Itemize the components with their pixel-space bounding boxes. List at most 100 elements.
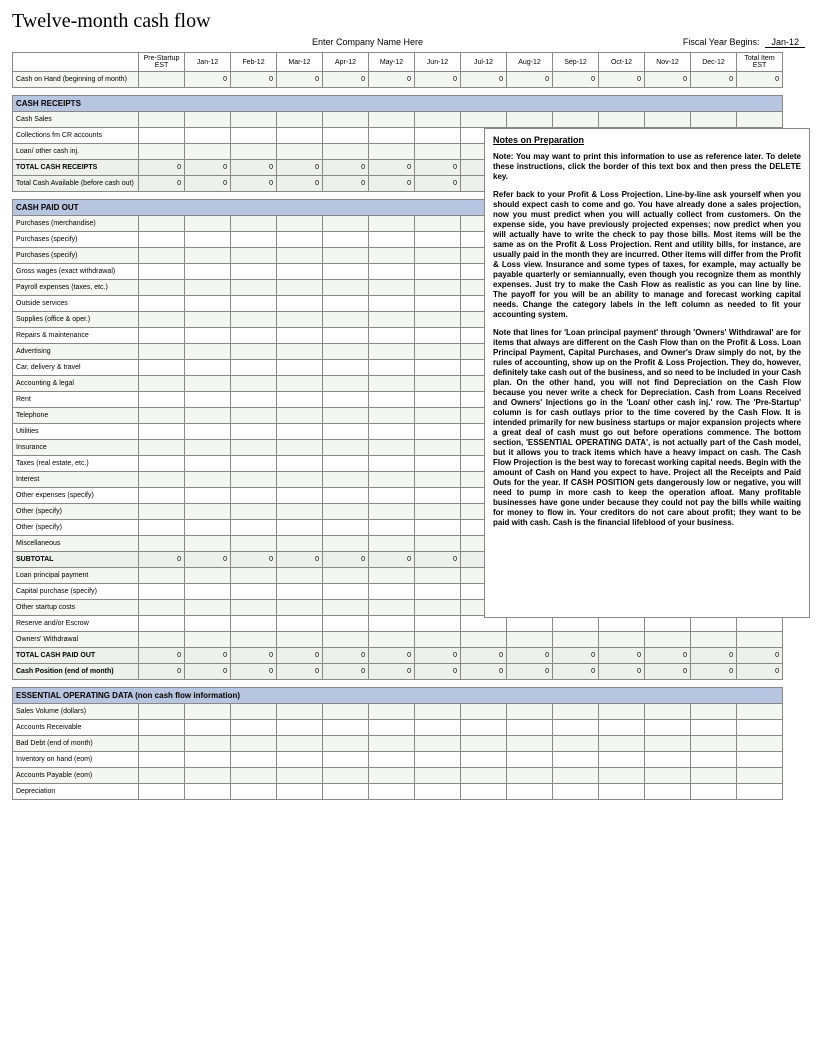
cell[interactable] [185,784,231,800]
cell[interactable] [415,520,461,536]
cell[interactable] [369,536,415,552]
cell[interactable]: 0 [461,72,507,88]
cell[interactable] [277,360,323,376]
cell[interactable] [691,704,737,720]
cell[interactable] [231,456,277,472]
cell[interactable]: 0 [737,72,783,88]
cell[interactable] [277,616,323,632]
cell[interactable] [691,112,737,128]
cell[interactable] [323,720,369,736]
cell[interactable] [369,232,415,248]
cell[interactable] [139,392,185,408]
cell[interactable] [185,144,231,160]
cell[interactable] [507,632,553,648]
cell[interactable] [139,248,185,264]
cell[interactable] [277,536,323,552]
cell[interactable] [369,504,415,520]
cell[interactable] [139,456,185,472]
cell[interactable] [323,536,369,552]
cell[interactable]: 0 [507,648,553,664]
cell[interactable]: 0 [231,664,277,680]
cell[interactable] [139,752,185,768]
cell[interactable] [185,472,231,488]
cell[interactable] [185,504,231,520]
cell[interactable]: 0 [323,664,369,680]
cell[interactable] [323,424,369,440]
cell[interactable] [277,408,323,424]
cell[interactable] [369,312,415,328]
cell[interactable] [231,600,277,616]
cell[interactable] [415,720,461,736]
cell[interactable]: 0 [323,176,369,192]
cell[interactable] [507,768,553,784]
cell[interactable] [139,144,185,160]
cell[interactable] [231,784,277,800]
cell[interactable] [231,360,277,376]
cell[interactable] [369,568,415,584]
cell[interactable] [185,264,231,280]
cell[interactable] [323,568,369,584]
cell[interactable]: 0 [415,176,461,192]
cell[interactable] [277,392,323,408]
cell[interactable] [277,376,323,392]
cell[interactable] [369,584,415,600]
cell[interactable] [369,296,415,312]
cell[interactable] [415,704,461,720]
cell[interactable] [461,720,507,736]
cell[interactable] [231,392,277,408]
cell[interactable] [599,704,645,720]
cell[interactable] [139,112,185,128]
cell[interactable] [139,128,185,144]
cell[interactable] [231,232,277,248]
cell[interactable]: 0 [323,552,369,568]
cell[interactable] [277,312,323,328]
cell[interactable] [277,584,323,600]
cell[interactable]: 0 [369,648,415,664]
cell[interactable] [369,488,415,504]
cell[interactable]: 0 [691,648,737,664]
cell[interactable]: 0 [691,664,737,680]
cell[interactable] [231,128,277,144]
cell[interactable] [415,632,461,648]
cell[interactable] [415,568,461,584]
cell[interactable] [369,344,415,360]
cell[interactable] [691,632,737,648]
cell[interactable] [415,312,461,328]
cell[interactable] [231,472,277,488]
cell[interactable] [369,376,415,392]
cell[interactable] [415,232,461,248]
cell[interactable] [323,520,369,536]
cell[interactable]: 0 [231,160,277,176]
cell[interactable] [599,784,645,800]
cell[interactable]: 0 [737,648,783,664]
cell[interactable] [507,752,553,768]
cell[interactable] [185,616,231,632]
cell[interactable] [231,296,277,312]
cell[interactable] [691,720,737,736]
cell[interactable] [369,360,415,376]
cell[interactable] [461,784,507,800]
cell[interactable] [369,112,415,128]
cell[interactable] [185,456,231,472]
cell[interactable]: 0 [461,664,507,680]
cell[interactable] [139,440,185,456]
cell[interactable] [599,632,645,648]
cell[interactable] [323,392,369,408]
cell[interactable] [369,472,415,488]
cell[interactable] [139,568,185,584]
cell[interactable] [369,520,415,536]
cell[interactable] [231,376,277,392]
cell[interactable] [415,344,461,360]
cell[interactable] [323,376,369,392]
cell[interactable] [231,768,277,784]
cell[interactable] [139,632,185,648]
cell[interactable] [599,720,645,736]
cell[interactable]: 0 [691,72,737,88]
cell[interactable] [185,408,231,424]
cell[interactable] [415,424,461,440]
cell[interactable] [691,736,737,752]
cell[interactable] [139,376,185,392]
cell[interactable] [691,768,737,784]
cell[interactable] [369,280,415,296]
cell[interactable] [277,112,323,128]
